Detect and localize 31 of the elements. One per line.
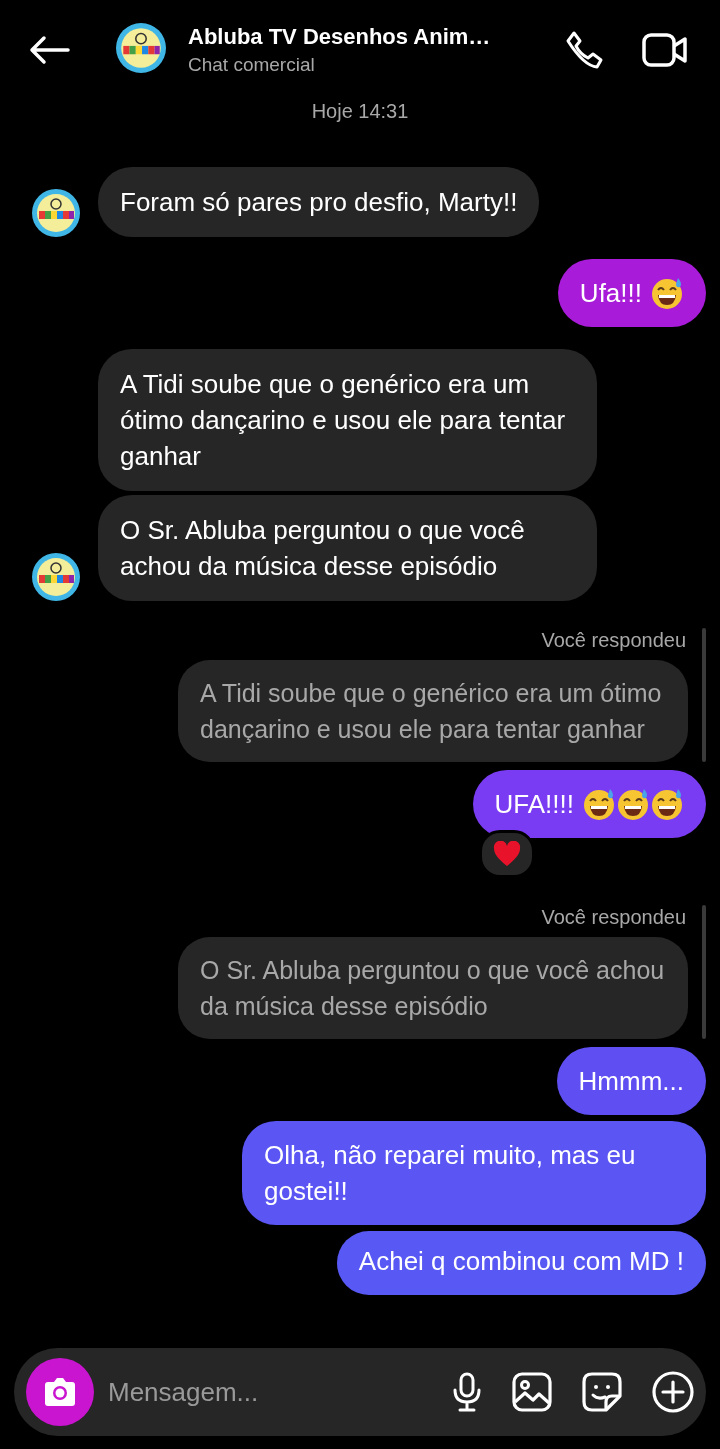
image-icon[interactable] xyxy=(512,1372,552,1412)
message-bubble: Olha, não reparei muito, mas eu gostei!! xyxy=(242,1121,706,1225)
message-bubble: Achei q combinou com MD ! xyxy=(336,1231,706,1295)
add-icon[interactable] xyxy=(652,1371,694,1413)
video-camera-icon[interactable] xyxy=(642,32,688,68)
grinning-sweat-face-icon xyxy=(650,276,684,310)
quoted-message[interactable]: O Sr. Abluba perguntou o que você achou da música desse episódio xyxy=(178,937,688,1039)
message-bubble: O Sr. Abluba perguntou o que você achou da música desse episódio xyxy=(98,495,597,601)
heart-icon xyxy=(492,841,521,867)
chat-title: Abluba TV Desenhos Anim… xyxy=(188,24,492,50)
message-bubble: Foram só pares pro desfio, Marty!! xyxy=(98,167,540,237)
message-bubble: UFA!!!! xyxy=(472,770,706,838)
message-bubble: Ufa!!! xyxy=(557,259,706,327)
microphone-icon[interactable] xyxy=(452,1372,482,1412)
back-arrow-icon[interactable] xyxy=(28,35,70,65)
camera-icon xyxy=(42,1377,78,1407)
reply-label: Você respondeu xyxy=(541,906,686,929)
message-bubble: A Tidi soube que o genérico era um ótimo dançarino e usou ele para tentar ganhar xyxy=(98,349,597,491)
grinning-sweat-face-icon xyxy=(616,787,650,821)
reply-label: Você respondeu xyxy=(541,629,686,652)
camera-button[interactable] xyxy=(26,1358,94,1426)
message-field[interactable]: Mensagem... xyxy=(106,1375,422,1409)
phone-icon[interactable] xyxy=(564,30,604,70)
grinning-sweat-face-icon xyxy=(650,787,684,821)
timestamp: Hoje 14:31 xyxy=(311,100,409,123)
chat-subtitle: Chat comercial xyxy=(188,54,316,76)
message-bubble: Hmmm... xyxy=(556,1047,706,1115)
sticker-icon[interactable] xyxy=(582,1372,622,1412)
avatar xyxy=(116,23,166,73)
grinning-sweat-face-icon xyxy=(582,787,616,821)
quoted-message[interactable]: A Tidi soube que o genérico era um ótimo dançarino e usou ele para tentar ganhar xyxy=(178,660,688,762)
